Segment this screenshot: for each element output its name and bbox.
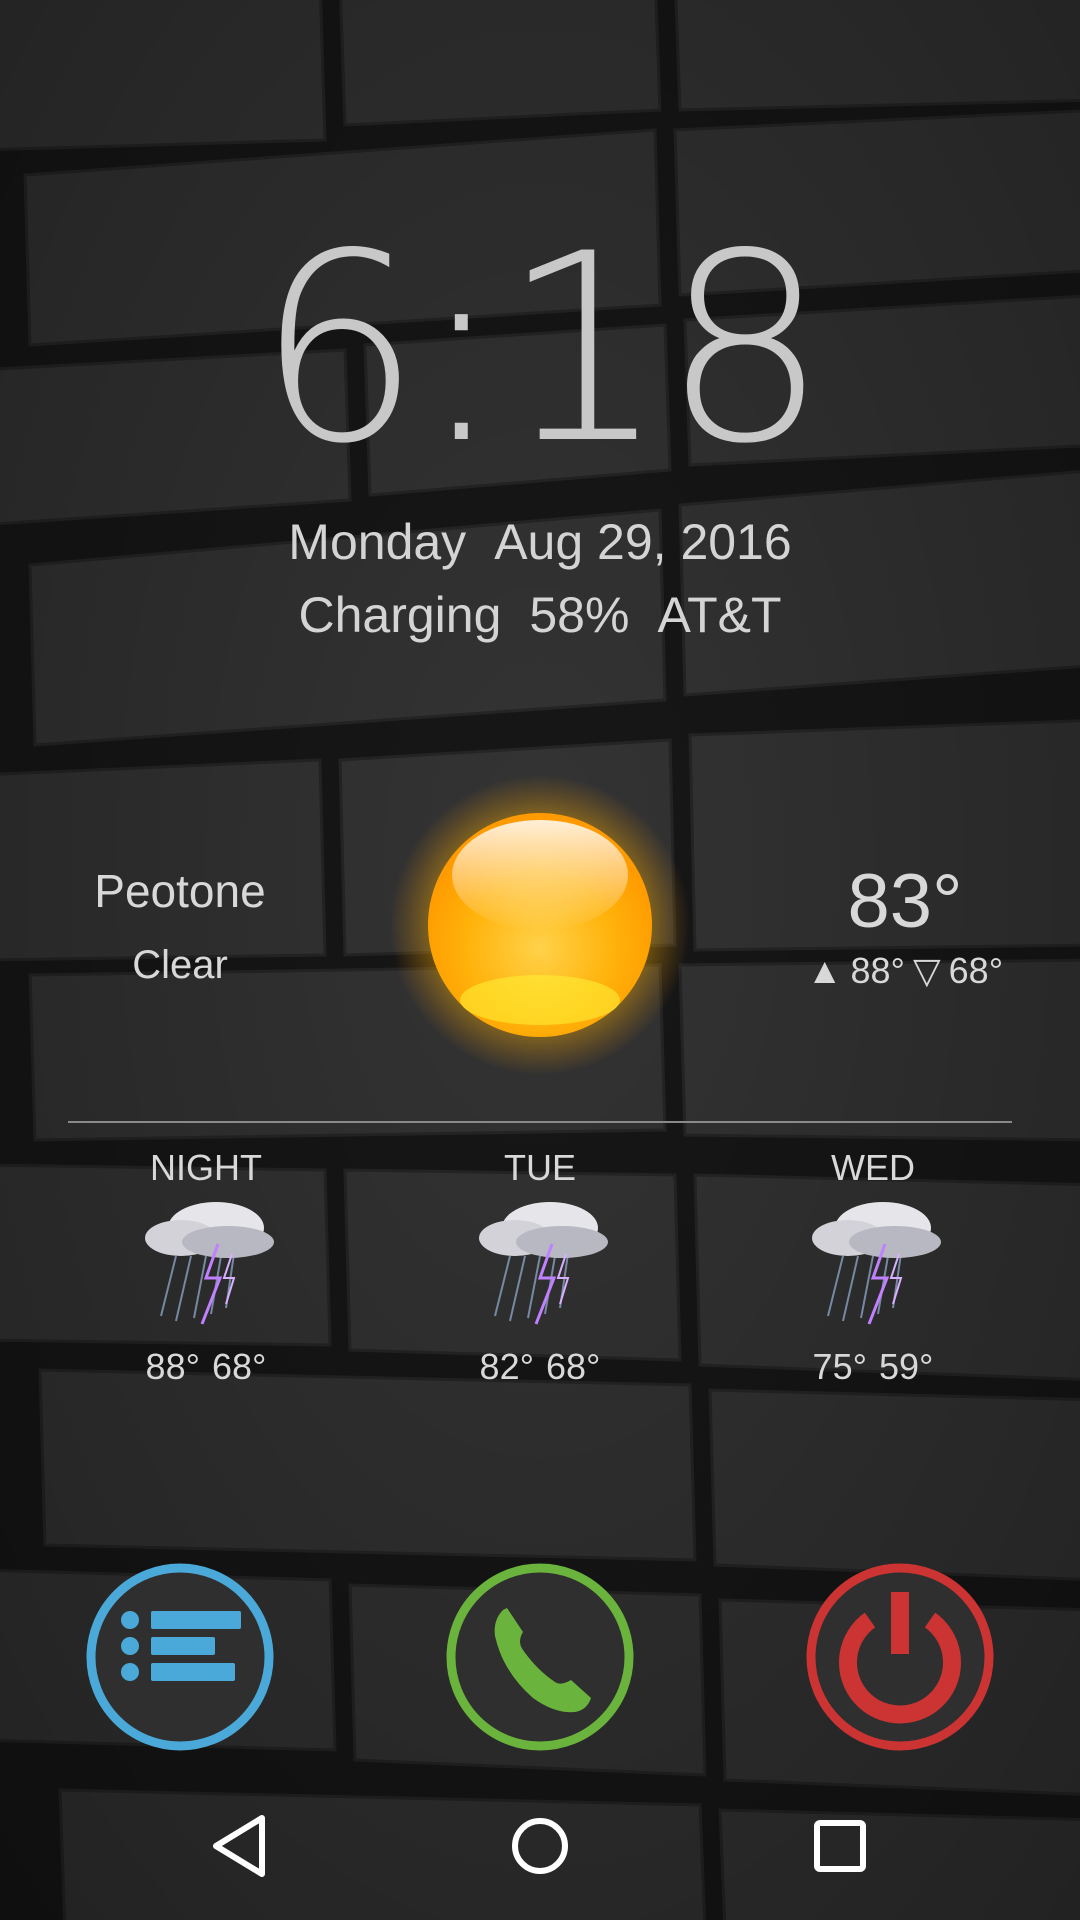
current-temperature: 83° [847,859,963,944]
forecast-high: 82° [479,1346,534,1387]
forecast-day: TUE [504,1147,576,1188]
forecast-item-tue[interactable]: TUE 82° 68° [420,1140,660,1394]
forecast-low: 68° [546,1346,601,1387]
forecast-temps: 88° 68° [86,1340,326,1394]
back-icon [213,1815,265,1877]
date-line: Monday Aug 29, 2016 [0,512,1080,572]
high-arrow-icon: ▲ [806,950,843,991]
battery-level: 58% [529,587,630,643]
list-icon [86,1563,274,1751]
status-line: Charging 58% AT&T [0,585,1080,645]
forecast-item-wed[interactable]: WED 75° 59° [753,1140,993,1394]
home-button[interactable] [500,1806,580,1886]
divider [68,1121,1012,1123]
forecast-item-night[interactable]: NIGHT 88° 68° [86,1140,326,1394]
forecast-day: NIGHT [150,1147,262,1188]
thunderstorm-icon [145,1202,274,1325]
thunderstorm-icon [812,1202,941,1325]
phone-icon [446,1563,634,1751]
forecast-low: 68° [212,1346,267,1387]
weekday: Monday [288,514,467,570]
menu-shortcut-button[interactable] [85,1562,275,1752]
today-high-low: ▲ 88° ▽ 68° [790,950,1020,992]
clock-time: 6:18 [256,199,828,501]
charging-status: Charging [298,587,502,643]
forecast-day: WED [831,1147,915,1188]
date: Aug 29, 2016 [494,514,792,570]
lock-screen: 6:18 Monday Aug 29, 2016 Charging 58% AT&T … [0,0,1080,1920]
forecast-temps: 82° 68° [420,1340,660,1394]
weather-location[interactable]: Peotone [60,864,300,918]
phone-shortcut-button[interactable] [445,1562,635,1752]
forecast-low: 59° [879,1346,934,1387]
home-icon [512,1818,568,1874]
low-arrow-icon: ▽ [912,950,941,991]
today-low: 68° [948,950,1004,991]
sun-icon[interactable] [390,775,690,1075]
recents-icon [814,1820,866,1872]
recents-button[interactable] [800,1806,880,1886]
weather-condition: Clear [132,943,228,987]
thunderstorm-icon [479,1202,608,1325]
forecast-temps: 75° 59° [753,1340,993,1394]
forecast-high: 75° [812,1346,867,1387]
today-high: 88° [850,950,905,991]
back-button[interactable] [200,1806,280,1886]
power-shortcut-button[interactable] [805,1562,995,1752]
power-icon [806,1563,994,1751]
carrier-name: AT&T [657,587,782,643]
forecast-high: 88° [145,1346,200,1387]
